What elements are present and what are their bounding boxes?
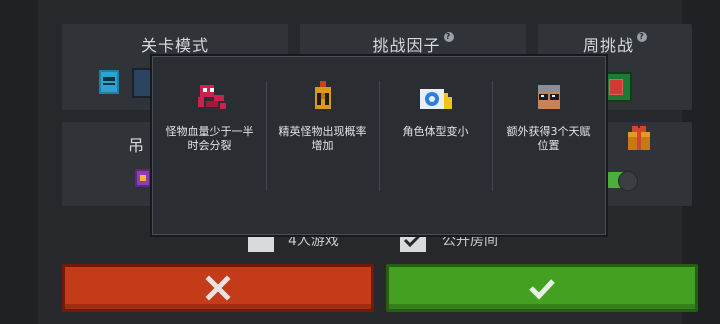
close-icon xyxy=(205,275,231,301)
level-mode-title: 关卡模式 xyxy=(140,36,209,55)
factor-item: 角色体型变小 xyxy=(379,81,492,221)
challenge-factors-title-text: 挑战因子 xyxy=(372,36,441,55)
help-icon[interactable]: ? xyxy=(637,32,647,42)
weekly-challenge-title-text: 周挑战 xyxy=(582,36,634,55)
swirl-wave-icon xyxy=(419,89,452,109)
partial-panel-label: 吊 xyxy=(128,136,145,155)
checkmark-icon xyxy=(529,279,555,300)
gift-box-icon[interactable] xyxy=(624,124,654,152)
game-screen: 关卡模式 挑战因子? 周挑战? 吊 4人游戏 公开房间 怪物血量少于一半时会分裂… xyxy=(0,0,720,324)
challenge-factors-popup: 怪物血量少于一半时会分裂 精英怪物出现概率增加 角色体型变小 额外获得3个天赋位… xyxy=(152,56,606,235)
knight-helmet-icon[interactable] xyxy=(96,68,122,96)
sunglasses-character-icon xyxy=(537,85,560,109)
factor-description: 额外获得3个天赋位置 xyxy=(506,125,591,152)
factor-item: 额外获得3个天赋位置 xyxy=(492,81,605,221)
factor-description: 精英怪物出现概率增加 xyxy=(278,125,367,152)
weekly-toggle-switch[interactable] xyxy=(602,171,638,191)
red-tentacle-monster-icon xyxy=(197,85,226,109)
help-icon[interactable]: ? xyxy=(443,32,454,42)
factor-item: 精英怪物出现概率增加 xyxy=(266,81,379,221)
left-edge-rail xyxy=(0,0,38,324)
factor-item: 怪物血量少于一半时会分裂 xyxy=(153,81,266,221)
weekly-challenge-title: 周挑战? xyxy=(538,32,692,56)
purple-pet-icon[interactable] xyxy=(132,166,154,190)
factor-description: 怪物血量少于一半时会分裂 xyxy=(165,125,254,152)
toggle-knob xyxy=(618,171,638,191)
factor-description: 角色体型变小 xyxy=(402,125,469,138)
confirm-button[interactable] xyxy=(386,264,698,312)
cancel-button[interactable] xyxy=(62,264,374,312)
challenge-factors-title: 挑战因子? xyxy=(300,32,526,56)
golden-spartan-helmet-icon xyxy=(314,81,331,109)
